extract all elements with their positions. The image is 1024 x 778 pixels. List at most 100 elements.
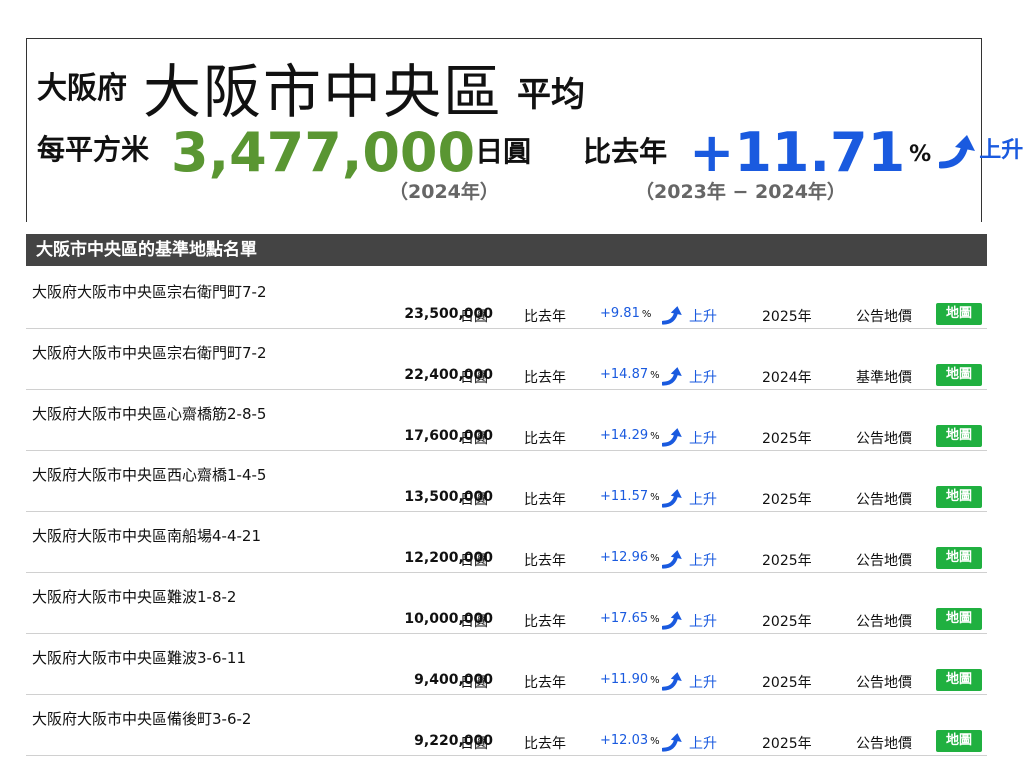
compare-label: 比去年: [524, 492, 566, 508]
price-type: 公告地價: [856, 309, 912, 325]
map-button[interactable]: 地圖: [936, 730, 982, 752]
map-button[interactable]: 地圖: [936, 608, 982, 630]
list-item: 大阪府大阪市中央區難波1-8-2 10,000,000 日圓 比去年 +17.65% 上升…: [26, 573, 987, 634]
map-button[interactable]: 地圖: [936, 486, 982, 508]
address: 大阪府大阪市中央區南船場4-4-21: [32, 527, 262, 545]
currency-label: 日圓: [460, 614, 488, 630]
address: 大阪府大阪市中央區難波1-8-2: [32, 588, 237, 606]
trend-label: 上升: [689, 553, 717, 569]
currency-label: 日圓: [460, 309, 488, 325]
list-item: 大阪府大阪市中央區宗右衛門町7-2 22,400,000 日圓 比去年 +14.87% 上…: [26, 329, 987, 390]
up-arrow-icon: [661, 611, 684, 634]
address: 大阪府大阪市中央區心齋橋筋2-8-5: [32, 405, 267, 423]
percent-sign: %: [641, 309, 652, 320]
trend-label: 上升: [689, 492, 717, 508]
change-percent: +12.03%: [600, 733, 660, 748]
price-type: 公告地價: [856, 675, 912, 691]
percent-sign: %: [650, 553, 660, 564]
year: 2024年: [762, 370, 812, 386]
address: 大阪府大阪市中央區宗右衛門町7-2: [32, 283, 267, 301]
year: 2025年: [762, 492, 812, 508]
map-button[interactable]: 地圖: [936, 303, 982, 325]
year: 2025年: [762, 553, 812, 569]
percent-value: +14.29: [600, 428, 649, 443]
map-button[interactable]: 地圖: [936, 669, 982, 691]
map-button[interactable]: 地圖: [936, 425, 982, 447]
list-item: 大阪府大阪市中央區西心齋橋1-4-5 13,500,000 日圓 比去年 +11.57%…: [26, 451, 987, 512]
percent-sign: %: [650, 614, 660, 625]
percent-sign: %: [650, 736, 660, 747]
price-type: 公告地價: [856, 431, 912, 447]
list-item: 大阪府大阪市中央區備後町3-6-2 9,220,000 日圓 比去年 +12.03% 上升…: [26, 695, 987, 756]
price-line: 每平方米 3,477,000日圓 比去年 +11.71% 上升: [37, 121, 1023, 184]
up-arrow-icon: [661, 428, 684, 451]
trend-label: 上升: [689, 431, 717, 447]
trend-label: 上升: [689, 675, 717, 691]
year: 2025年: [762, 736, 812, 752]
trend-label: 上升: [979, 138, 1024, 163]
compare-label: 比去年: [524, 370, 566, 386]
map-button[interactable]: 地圖: [936, 364, 982, 386]
year: 2025年: [762, 675, 812, 691]
change-percent: +11.57%: [600, 489, 660, 504]
year: 2025年: [762, 614, 812, 630]
title-line: 大阪府 大阪市中央區 平均: [37, 45, 585, 129]
address: 大阪府大阪市中央區西心齋橋1-4-5: [32, 466, 267, 484]
compare-label: 比去年: [524, 614, 566, 630]
list-item: 大阪府大阪市中央區南船場4-4-21 12,200,000 日圓 比去年 +12.96%…: [26, 512, 987, 573]
currency-label: 日圓: [460, 736, 488, 752]
unit-prefix: 每平方米: [37, 133, 150, 166]
currency-label: 日圓: [475, 135, 532, 168]
trend-label: 上升: [689, 370, 717, 386]
up-arrow-icon: [661, 367, 684, 390]
currency-label: 日圓: [460, 553, 488, 569]
list-item: 大阪府大阪市中央區心齋橋筋2-8-5 17,600,000 日圓 比去年 +14.29%…: [26, 390, 987, 451]
benchmark-list: 大阪府大阪市中央區宗右衛門町7-2 23,500,000 日圓 比去年 +9.81% 上升…: [26, 268, 987, 756]
compare-label: 比去年: [583, 135, 668, 168]
up-arrow-icon: [937, 135, 979, 173]
percent-value: +11.57: [600, 489, 649, 504]
map-button[interactable]: 地圖: [936, 547, 982, 569]
year: 2025年: [762, 309, 812, 325]
compare-label: 比去年: [524, 736, 566, 752]
price-type: 基準地價: [856, 370, 912, 386]
address: 大阪府大阪市中央區備後町3-6-2: [32, 710, 252, 728]
summary-panel: 大阪府 大阪市中央區 平均 每平方米 3,477,000日圓 比去年 +11.71% 上升 …: [26, 38, 1023, 222]
trend-label: 上升: [689, 736, 717, 752]
trend-label: 上升: [689, 309, 717, 325]
change-percent: +11.71: [689, 121, 906, 184]
percent-sign: %: [650, 675, 660, 686]
percent-sign: %: [909, 142, 932, 167]
up-arrow-icon: [661, 672, 684, 695]
up-arrow-icon: [661, 489, 684, 512]
currency-label: 日圓: [460, 431, 488, 447]
currency-label: 日圓: [460, 675, 488, 691]
percent-sign: %: [650, 370, 660, 381]
price-type: 公告地價: [856, 614, 912, 630]
compare-label: 比去年: [524, 431, 566, 447]
up-arrow-icon: [661, 550, 684, 573]
price-type: 公告地價: [856, 492, 912, 508]
compare-label: 比去年: [524, 553, 566, 569]
currency-label: 日圓: [460, 370, 488, 386]
up-arrow-icon: [661, 733, 684, 756]
change-percent: +14.87%: [600, 367, 660, 382]
compare-label: 比去年: [524, 675, 566, 691]
price-year: （2024年）: [389, 181, 499, 203]
percent-value: +12.03: [600, 733, 649, 748]
list-item: 大阪府大阪市中央區難波3-6-11 9,400,000 日圓 比去年 +11.90% 上升…: [26, 634, 987, 695]
list-title: 大阪市中央區的基準地點名單: [26, 234, 987, 266]
compare-label: 比去年: [524, 309, 566, 325]
ward-name: 大阪市中央區: [143, 58, 504, 126]
address: 大阪府大阪市中央區難波3-6-11: [32, 649, 247, 667]
price-type: 公告地價: [856, 553, 912, 569]
price-type: 公告地價: [856, 736, 912, 752]
up-arrow-icon: [661, 306, 684, 329]
change-percent: +9.81%: [600, 306, 651, 321]
percent-sign: %: [650, 492, 660, 503]
change-percent: +12.96%: [600, 550, 660, 565]
average-label: 平均: [517, 75, 586, 115]
change-percent: +14.29%: [600, 428, 660, 443]
percent-value: +9.81: [600, 306, 640, 321]
address: 大阪府大阪市中央區宗右衛門町7-2: [32, 344, 267, 362]
